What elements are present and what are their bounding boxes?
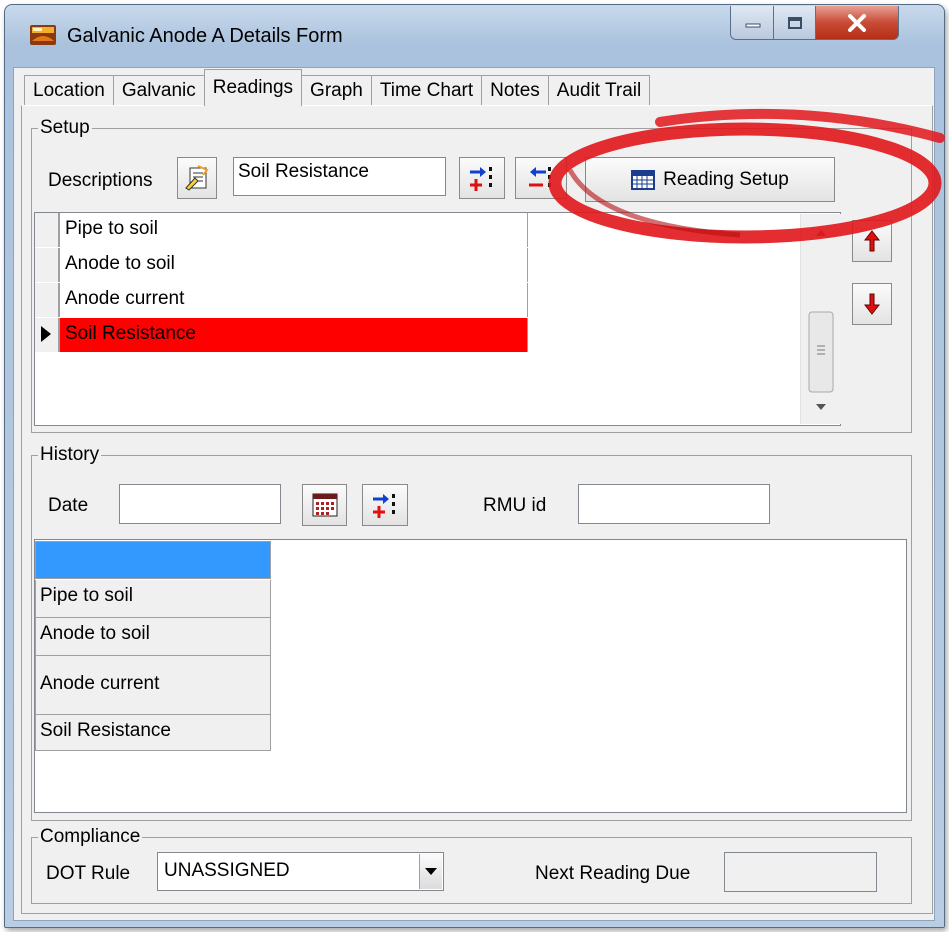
tab-location[interactable]: Location [24, 75, 114, 106]
dot-rule-label: DOT Rule [46, 863, 131, 884]
readings-description-grid[interactable]: Pipe to soil Anode to soil Anode current… [34, 212, 841, 426]
history-row-header: Pipe to soil [35, 580, 271, 618]
setup-legend: Setup [40, 117, 90, 138]
description-cell[interactable]: Pipe to soil [59, 213, 528, 247]
minimize-button[interactable] [730, 6, 775, 40]
edit-descriptions-button[interactable] [177, 157, 217, 199]
history-row-header: Soil Resistance [35, 715, 271, 751]
calendar-grid-icon [631, 169, 656, 190]
window-title: Galvanic Anode A Details Form [67, 25, 343, 47]
reading-setup-label: Reading Setup [663, 168, 789, 190]
chevron-down-icon [425, 867, 437, 875]
next-reading-due-field [724, 852, 877, 892]
table-row[interactable]: Anode current [35, 283, 528, 317]
tab-audit-trail[interactable]: Audit Trail [547, 75, 651, 106]
row-header[interactable] [35, 213, 59, 247]
app-icon [30, 23, 56, 47]
move-up-button[interactable] [852, 220, 892, 262]
rmu-id-input[interactable] [578, 484, 770, 524]
maximize-icon [788, 16, 802, 29]
move-down-button[interactable] [852, 283, 892, 325]
tab-time-chart[interactable]: Time Chart [370, 75, 483, 106]
history-legend: History [40, 444, 100, 465]
arrow-up-icon [864, 230, 880, 252]
description-input[interactable]: Soil Resistance [233, 157, 446, 196]
minimize-icon [745, 23, 760, 27]
tab-galvanic[interactable]: Galvanic [112, 75, 205, 106]
descriptions-label: Descriptions [48, 170, 153, 191]
add-row-icon [373, 494, 395, 518]
notepad-icon [185, 165, 209, 191]
history-row-header: Anode to soil [35, 618, 271, 656]
calendar-icon [312, 493, 337, 517]
row-header[interactable] [35, 283, 59, 317]
tab-strip: Location Galvanic Readings Graph Time Ch… [24, 69, 651, 106]
dropdown-arrow[interactable] [419, 854, 442, 889]
close-button[interactable] [815, 6, 899, 40]
table-row-selected[interactable]: Soil Resistance [35, 318, 528, 352]
reading-setup-button[interactable]: Reading Setup [585, 157, 835, 202]
current-row-pointer-icon [41, 326, 51, 342]
dot-rule-value: UNASSIGNED [164, 860, 290, 881]
dot-rule-dropdown[interactable]: UNASSIGNED [157, 852, 444, 891]
add-row-icon [470, 167, 492, 191]
title-bar[interactable]: Galvanic Anode A Details Form [5, 5, 944, 71]
close-icon [848, 13, 866, 32]
tab-graph[interactable]: Graph [301, 75, 372, 106]
description-cell[interactable]: Anode current [59, 283, 528, 317]
history-column-header[interactable] [35, 541, 271, 579]
table-row[interactable]: Pipe to soil [35, 213, 528, 247]
description-cell[interactable]: Anode to soil [59, 248, 528, 282]
next-reading-due-label: Next Reading Due [535, 863, 691, 884]
date-label: Date [48, 495, 89, 516]
add-reading-button[interactable] [362, 484, 408, 526]
arrow-down-icon [864, 293, 880, 315]
description-cell-selected[interactable]: Soil Resistance [59, 318, 528, 352]
date-picker-button[interactable] [302, 484, 347, 526]
remove-row-icon [529, 167, 551, 187]
date-input[interactable] [119, 484, 281, 524]
maximize-button[interactable] [773, 6, 817, 40]
remove-description-button[interactable] [515, 157, 567, 199]
vertical-scrollbar[interactable] [800, 214, 841, 424]
add-description-button[interactable] [459, 157, 505, 199]
tab-readings[interactable]: Readings [203, 69, 303, 106]
table-row[interactable]: Anode to soil [35, 248, 528, 282]
compliance-legend: Compliance [40, 826, 141, 847]
row-header[interactable] [35, 248, 59, 282]
row-header[interactable] [35, 318, 59, 352]
tab-notes[interactable]: Notes [481, 75, 549, 106]
rmu-id-label: RMU id [483, 495, 547, 516]
history-row-header: Anode current [35, 656, 271, 715]
history-grid[interactable]: Pipe to soil Anode to soil Anode current… [34, 539, 907, 813]
